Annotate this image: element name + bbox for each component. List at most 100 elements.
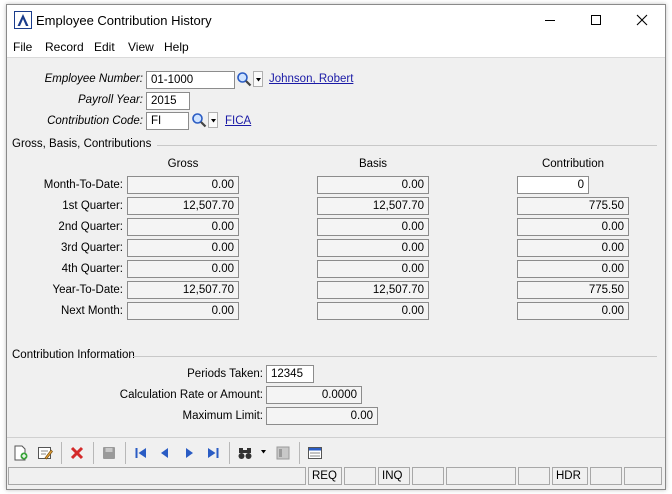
gbc-section-divider xyxy=(157,145,657,146)
basis-2nd-quarter: 0.00 xyxy=(317,218,429,236)
gross-1st-quarter: 12,507.70 xyxy=(127,197,239,215)
toolbar-separator xyxy=(125,442,126,464)
gross-2nd-quarter: 0.00 xyxy=(127,218,239,236)
minimize-button[interactable] xyxy=(527,5,573,35)
title-bar: Employee Contribution History xyxy=(7,5,665,35)
row-label: Year-To-Date: xyxy=(52,284,123,296)
save-icon xyxy=(103,447,115,459)
maximize-button[interactable] xyxy=(573,5,619,35)
previous-record-button[interactable] xyxy=(155,443,175,463)
info-section-divider xyxy=(133,356,657,357)
find-dropdown-button[interactable] xyxy=(259,444,269,460)
status-panel-hdr: HDR xyxy=(552,467,588,485)
chevron-down-icon xyxy=(261,450,266,454)
contribution-month-to-date[interactable]: 0 xyxy=(517,176,589,194)
first-record-button[interactable] xyxy=(131,443,151,463)
menu-edit[interactable]: Edit xyxy=(94,40,115,54)
status-panel-6 xyxy=(446,467,516,485)
binoculars-icon xyxy=(238,448,252,459)
gross-3rd-quarter: 0.00 xyxy=(127,239,239,257)
toolbar-separator xyxy=(93,442,94,464)
edit-record-button[interactable] xyxy=(35,443,55,463)
chevron-down-icon xyxy=(256,78,261,82)
basis-next-month: 0.00 xyxy=(317,302,429,320)
code-lookup-icon[interactable] xyxy=(191,112,207,128)
status-panel-3 xyxy=(344,467,376,485)
chevron-down-icon xyxy=(211,119,216,123)
basis-year-to-date: 12,507.70 xyxy=(317,281,429,299)
gross-4th-quarter: 0.00 xyxy=(127,260,239,278)
menu-help[interactable]: Help xyxy=(164,40,189,54)
first-record-icon xyxy=(135,448,146,458)
calculation-rate-field: 0.0000 xyxy=(266,386,362,404)
row-label: 4th Quarter: xyxy=(61,263,123,275)
contribution-1st-quarter: 775.50 xyxy=(517,197,629,215)
gross-month-to-date: 0.00 xyxy=(127,176,239,194)
menu-view[interactable]: View xyxy=(128,40,154,54)
next-record-icon xyxy=(186,448,193,458)
contribution-header: Contribution xyxy=(541,158,604,170)
next-record-button[interactable] xyxy=(179,443,199,463)
find-button[interactable] xyxy=(235,443,255,463)
new-record-button[interactable] xyxy=(11,443,31,463)
new-record-icon xyxy=(14,445,28,461)
row-label: 3rd Quarter: xyxy=(61,242,123,254)
row-label: 1st Quarter: xyxy=(62,200,123,212)
basis-3rd-quarter: 0.00 xyxy=(317,239,429,257)
status-panel-10 xyxy=(624,467,662,485)
last-record-button[interactable] xyxy=(203,443,223,463)
delete-record-button[interactable] xyxy=(67,443,87,463)
layout-icon xyxy=(308,447,322,459)
contribution-next-month: 0.00 xyxy=(517,302,629,320)
edit-record-icon xyxy=(38,447,53,460)
employee-number-label: Employee Number: xyxy=(44,73,143,85)
calculation-rate-label: Calculation Rate or Amount: xyxy=(119,389,263,401)
previous-record-icon xyxy=(161,448,168,458)
contribution-code-field[interactable]: FI xyxy=(146,112,189,130)
contribution-3rd-quarter: 0.00 xyxy=(517,239,629,257)
close-button[interactable] xyxy=(619,5,665,35)
payroll-year-field[interactable]: 2015 xyxy=(146,92,190,110)
row-label: Month-To-Date: xyxy=(43,179,123,191)
employee-lookup-icon[interactable] xyxy=(236,71,252,87)
status-panel-9 xyxy=(590,467,622,485)
contribution-code-label: Contribution Code: xyxy=(47,115,143,127)
menu-bar: File Record Edit View Help xyxy=(7,35,665,58)
toolbar-separator xyxy=(229,442,230,464)
status-panel-inq: INQ xyxy=(378,467,410,485)
row-label: Next Month: xyxy=(61,305,123,317)
status-panel-message xyxy=(8,467,306,485)
save-record-button[interactable] xyxy=(99,443,119,463)
basis-month-to-date: 0.00 xyxy=(317,176,429,194)
employee-dropdown-button[interactable] xyxy=(253,71,263,87)
maximum-limit-field: 0.00 xyxy=(266,407,378,425)
delete-icon xyxy=(70,446,84,460)
basis-4th-quarter: 0.00 xyxy=(317,260,429,278)
grid-view-icon xyxy=(276,446,290,460)
code-dropdown-button[interactable] xyxy=(208,112,218,128)
employee-number-field[interactable]: 01-1000 xyxy=(146,71,235,89)
status-panel-7 xyxy=(518,467,550,485)
gross-next-month: 0.00 xyxy=(127,302,239,320)
grid-view-button[interactable] xyxy=(273,443,293,463)
gross-header: Gross xyxy=(167,158,199,170)
contribution-2nd-quarter: 0.00 xyxy=(517,218,629,236)
menu-record[interactable]: Record xyxy=(45,40,84,54)
toolbar-separator xyxy=(299,442,300,464)
gross-year-to-date: 12,507.70 xyxy=(127,281,239,299)
layout-button[interactable] xyxy=(305,443,325,463)
basis-1st-quarter: 12,507.70 xyxy=(317,197,429,215)
app-logo-icon xyxy=(14,11,32,29)
row-label: 2nd Quarter: xyxy=(58,221,123,233)
toolbar xyxy=(7,437,665,466)
window-title: Employee Contribution History xyxy=(36,13,212,28)
periods-taken-field[interactable]: 12345 xyxy=(266,365,314,383)
code-description-link[interactable]: FICA xyxy=(225,115,251,127)
employee-name-link[interactable]: Johnson, Robert xyxy=(269,73,353,85)
application-window: Employee Contribution History File Recor… xyxy=(6,4,666,490)
last-record-icon xyxy=(208,448,219,458)
periods-taken-label: Periods Taken: xyxy=(187,368,263,380)
menu-file[interactable]: File xyxy=(13,40,32,54)
status-panel-5 xyxy=(412,467,444,485)
status-panel-req: REQ xyxy=(308,467,342,485)
